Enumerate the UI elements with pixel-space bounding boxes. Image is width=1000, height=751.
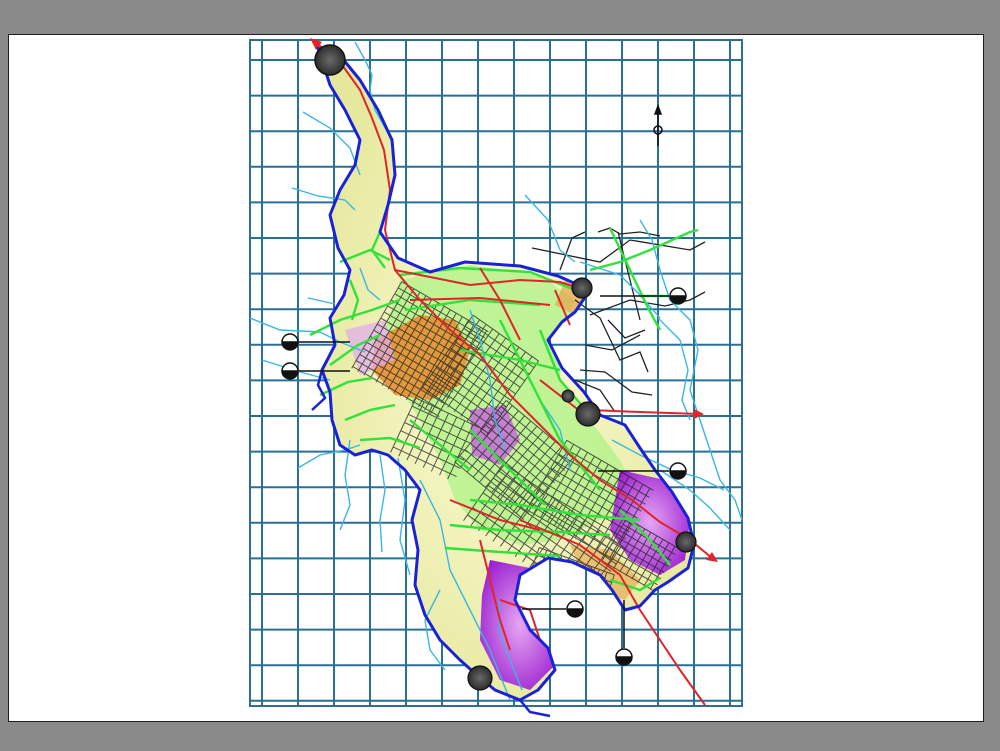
gray-circle-node-icon	[571, 277, 593, 299]
gray-circle-node-icon	[467, 665, 493, 691]
boundary-south-tail	[519, 699, 551, 718]
north-arrow-icon	[653, 103, 663, 146]
gray-circle-node-icon	[675, 531, 697, 553]
zoning-map	[249, 38, 743, 718]
gray-circle-node-icon	[314, 44, 346, 76]
gray-circle-node-icon	[575, 401, 601, 427]
gray-circle-node-icon	[561, 389, 575, 403]
